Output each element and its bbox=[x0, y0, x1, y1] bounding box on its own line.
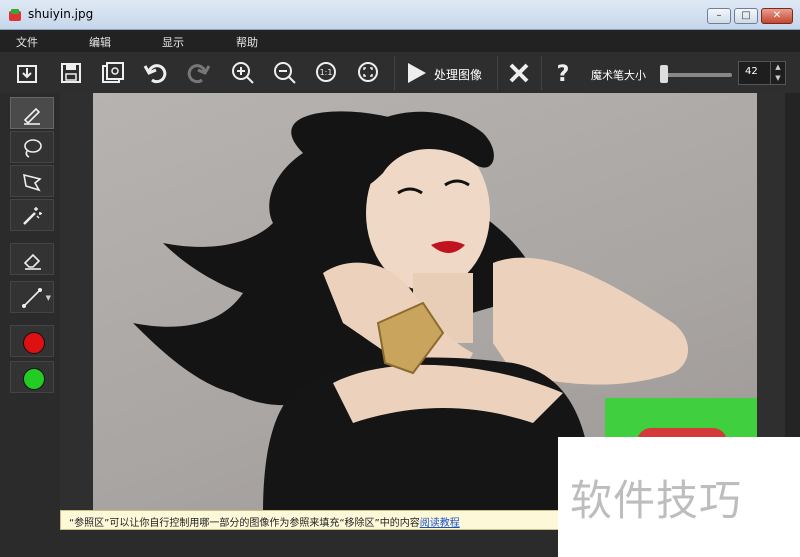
brush-size-slider-thumb[interactable] bbox=[659, 65, 668, 83]
eraser-tool-button[interactable] bbox=[10, 243, 54, 275]
stepper-arrows[interactable]: ▲ ▼ bbox=[770, 62, 785, 84]
zoom-in-icon[interactable] bbox=[230, 60, 256, 86]
red-color-button[interactable] bbox=[10, 325, 54, 357]
status-bar bbox=[0, 530, 558, 557]
open-icon[interactable] bbox=[14, 60, 40, 86]
help-icon[interactable]: ? bbox=[550, 60, 576, 87]
cancel-icon[interactable] bbox=[506, 60, 532, 86]
magic-wand-icon bbox=[23, 207, 42, 225]
lasso-tool-button[interactable] bbox=[10, 131, 54, 163]
maximize-button[interactable]: □ bbox=[734, 8, 758, 24]
brush-size-slider[interactable] bbox=[660, 73, 732, 77]
hint-text: “参照区”可以让你自行控制用哪一部分的图像作为参照来填充“移除区”中的内容 bbox=[69, 518, 420, 529]
hint-text-wrap: “参照区”可以让你自行控制用哪一部分的图像作为参照来填充“移除区”中的内容阅读教… bbox=[69, 514, 460, 529]
menu-file[interactable]: 文件 bbox=[16, 34, 38, 50]
toolbar-separator bbox=[497, 56, 498, 90]
brush-size-label: 魔术笔大小 bbox=[591, 69, 646, 82]
red-color-swatch bbox=[23, 332, 45, 354]
eraser-icon bbox=[23, 253, 41, 270]
save-icon[interactable] bbox=[58, 60, 84, 86]
svg-text:?: ? bbox=[557, 62, 570, 86]
pencil-tool-button[interactable] bbox=[10, 97, 54, 129]
save-as-icon[interactable] bbox=[100, 60, 126, 86]
tutorial-link[interactable]: 阅读教程 bbox=[420, 518, 460, 529]
green-color-button[interactable] bbox=[10, 361, 54, 393]
fit-window-icon[interactable] bbox=[356, 60, 382, 86]
pencil-icon bbox=[23, 107, 41, 125]
tool-panel: ▼ bbox=[0, 93, 60, 517]
magic-wand-tool-button[interactable] bbox=[10, 199, 54, 231]
line-tool-button[interactable]: ▼ bbox=[10, 281, 54, 313]
menu-bar: 文件 编辑 显示 帮助 bbox=[0, 30, 800, 52]
actual-size-icon[interactable]: 1:1 bbox=[314, 60, 340, 86]
undo-icon[interactable] bbox=[142, 60, 168, 86]
watermark-overlay: 软件技巧 bbox=[558, 437, 800, 557]
brush-size-stepper[interactable]: 42 ▲ ▼ bbox=[738, 61, 786, 85]
play-icon[interactable] bbox=[404, 60, 430, 86]
process-image-button[interactable]: 处理图像 bbox=[434, 66, 482, 83]
window-title: shuiyin.jpg bbox=[28, 7, 94, 21]
close-button[interactable]: ✕ bbox=[761, 8, 793, 24]
line-icon bbox=[22, 288, 42, 308]
app-icon bbox=[9, 9, 21, 21]
redo-icon[interactable] bbox=[186, 60, 212, 86]
minimize-button[interactable]: – bbox=[707, 8, 731, 24]
watermark-text: 软件技巧 bbox=[570, 476, 743, 525]
menu-help[interactable]: 帮助 bbox=[236, 34, 258, 50]
menu-view[interactable]: 显示 bbox=[162, 34, 184, 50]
zoom-out-icon[interactable] bbox=[272, 60, 298, 86]
toolbar-separator bbox=[394, 56, 395, 90]
polygon-lasso-tool-button[interactable] bbox=[10, 165, 54, 197]
green-color-swatch bbox=[23, 368, 45, 390]
title-bar: shuiyin.jpg – □ ✕ bbox=[0, 0, 800, 30]
svg-text:1:1: 1:1 bbox=[320, 68, 333, 77]
polygon-lasso-icon bbox=[22, 173, 42, 192]
toolbar-separator bbox=[541, 56, 542, 90]
menu-edit[interactable]: 编辑 bbox=[89, 34, 111, 50]
brush-size-value: 42 bbox=[745, 66, 758, 77]
hint-bar: “参照区”可以让你自行控制用哪一部分的图像作为参照来填充“移除区”中的内容阅读教… bbox=[60, 510, 580, 530]
chevron-down-icon: ▼ bbox=[45, 294, 51, 302]
lasso-icon bbox=[24, 139, 42, 158]
toolbar: 1:1 处理图像 ? 魔术笔大小 42 ▲ ▼ bbox=[0, 52, 800, 94]
